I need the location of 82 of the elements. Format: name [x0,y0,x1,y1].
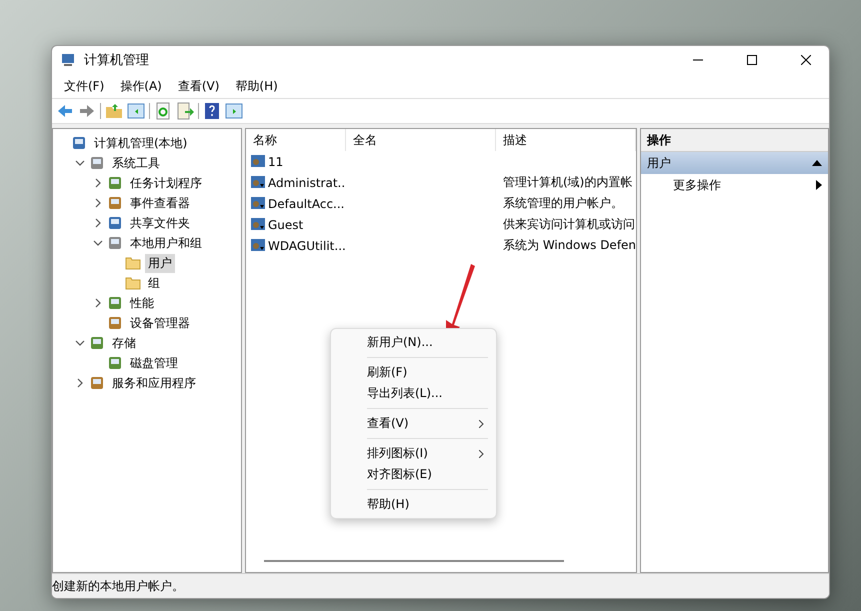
tree-item[interactable]: 系统工具 [109,154,163,172]
table-cell: DefaultAcc... [268,196,344,210]
section-label: 用户 [647,154,671,172]
table-cell: Guest [268,218,304,232]
menu-item[interactable]: 导出列表(L)... [331,383,496,404]
chevron-icon[interactable] [93,198,103,208]
table-cell: 系统为 Windows Defen [503,237,636,254]
tree-item[interactable]: 事件查看器 [127,194,193,212]
column-header[interactable]: 描述 [496,129,636,151]
table-cell: 管理计算机(域)的内置帐 [503,174,632,191]
tree-item[interactable]: 用户 [145,254,175,272]
user-icon [250,216,266,232]
tree-item[interactable]: 设备管理器 [127,314,193,332]
actions-section[interactable]: 用户 [641,152,828,174]
computer-icon [60,52,76,68]
tree-item[interactable]: 组 [145,274,163,292]
menu-item[interactable]: 帮助(H) [227,78,286,94]
close-icon [801,55,811,65]
chevron-icon[interactable] [75,338,85,348]
forward-arrow-icon[interactable] [78,102,96,120]
action-pane-icon[interactable] [225,102,243,120]
column-header[interactable]: 名称 [246,129,346,151]
tree-item[interactable]: 性能 [127,294,157,312]
chevron-icon[interactable] [93,238,103,248]
pane-toggle-icon[interactable] [127,102,145,120]
column-header[interactable]: 全名 [346,129,496,151]
user-icon [250,196,266,212]
action-item[interactable]: 更多操作 [641,174,828,196]
chevron-icon[interactable] [93,178,103,188]
help-icon[interactable] [203,102,221,120]
status-text: 创建新的本地用户帐户。 [52,578,184,594]
tree-item[interactable]: 存储 [109,334,139,352]
table-cell: 11 [268,154,284,168]
node-icon [107,235,123,251]
menu-item[interactable]: 排列图标(I) [331,443,496,464]
node-icon [89,155,105,171]
actions-header: 操作 [641,129,828,152]
tree-item[interactable]: 服务和应用程序 [109,374,199,392]
table-cell: Administrat... [268,176,346,190]
maximize-icon [747,55,757,65]
node-icon [107,195,123,211]
folder-up-icon[interactable] [105,102,123,120]
menu-item[interactable]: 操作(A) [112,78,170,94]
menu-item[interactable]: 新用户(N)... [331,332,496,353]
table-cell: WDAGUtilit... [268,238,346,252]
user-icon [250,174,266,190]
table-cell: 供来宾访问计算机或访问 [503,216,635,233]
user-icon [250,238,266,254]
node-icon [107,175,123,191]
back-arrow-icon[interactable] [56,102,74,120]
user-icon [250,154,266,170]
node-icon [107,355,123,371]
refresh-icon[interactable] [154,102,172,120]
menu-item[interactable]: 刷新(F) [331,362,496,383]
collapse-icon[interactable] [812,160,822,166]
node-icon [71,135,87,151]
node-icon [107,215,123,231]
node-icon [107,315,123,331]
node-icon [89,375,105,391]
chevron-icon[interactable] [75,378,85,388]
action-label: 更多操作 [673,176,721,194]
menu-item[interactable]: 查看(V) [170,78,228,94]
tree-item[interactable]: 共享文件夹 [127,214,193,232]
folder-icon [125,255,141,271]
tree-item[interactable]: 计算机管理(本地) [91,134,190,152]
tree-item[interactable]: 本地用户和组 [127,234,205,252]
tree-item[interactable]: 磁盘管理 [127,354,181,372]
chevron-icon[interactable] [93,298,103,308]
window-title: 计算机管理 [84,52,150,69]
menu-item[interactable]: 文件(F) [56,78,112,94]
chevron-icon[interactable] [93,218,103,228]
menu-item[interactable]: 查看(V) [331,413,496,434]
folder-icon [125,275,141,291]
submenu-arrow-icon [816,180,822,190]
chevron-icon[interactable] [75,158,85,168]
export-list-icon[interactable] [176,102,194,120]
node-icon [107,295,123,311]
tree-item[interactable]: 任务计划程序 [127,174,205,192]
menu-item[interactable]: 对齐图标(E) [331,464,496,485]
node-icon [89,335,105,351]
menu-item[interactable]: 帮助(H) [331,494,496,515]
table-cell: 系统管理的用户帐户。 [503,195,623,212]
